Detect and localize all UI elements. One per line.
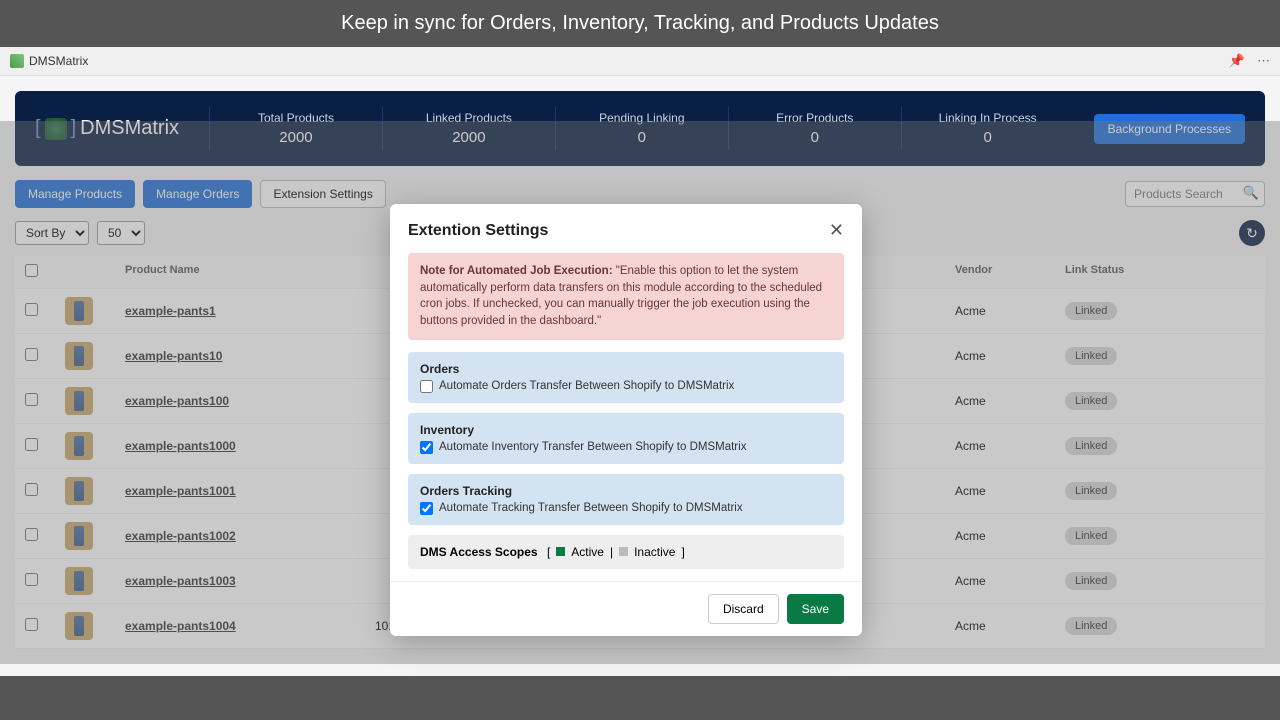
pin-icon[interactable]: 📌 [1229, 53, 1245, 69]
modal-title: Extention Settings [408, 222, 548, 240]
dms-access-scopes: DMS Access Scopes [ Active | Inactive ] [408, 535, 844, 569]
inventory-checkbox[interactable] [420, 441, 433, 454]
note-box: Note for Automated Job Execution: "Enabl… [408, 253, 844, 340]
extension-settings-modal: Extention Settings ✕ Note for Automated … [390, 204, 862, 636]
app-icon [10, 54, 24, 68]
more-icon[interactable]: ⋯ [1257, 53, 1270, 69]
status-dot-inactive [619, 547, 628, 556]
bottom-bar [0, 676, 1280, 720]
discard-button[interactable]: Discard [708, 594, 779, 624]
setting-orders: Orders Automate Orders Transfer Between … [408, 352, 844, 403]
status-dot-active [556, 547, 565, 556]
app-title: DMSMatrix [29, 54, 88, 68]
app-bar: DMSMatrix 📌 ⋯ [0, 47, 1280, 76]
setting-tracking: Orders Tracking Automate Tracking Transf… [408, 474, 844, 525]
orders-checkbox[interactable] [420, 380, 433, 393]
setting-inventory: Inventory Automate Inventory Transfer Be… [408, 413, 844, 464]
top-banner: Keep in sync for Orders, Inventory, Trac… [0, 0, 1280, 47]
save-button[interactable]: Save [787, 594, 844, 624]
tracking-checkbox[interactable] [420, 502, 433, 515]
close-icon[interactable]: ✕ [829, 220, 844, 241]
